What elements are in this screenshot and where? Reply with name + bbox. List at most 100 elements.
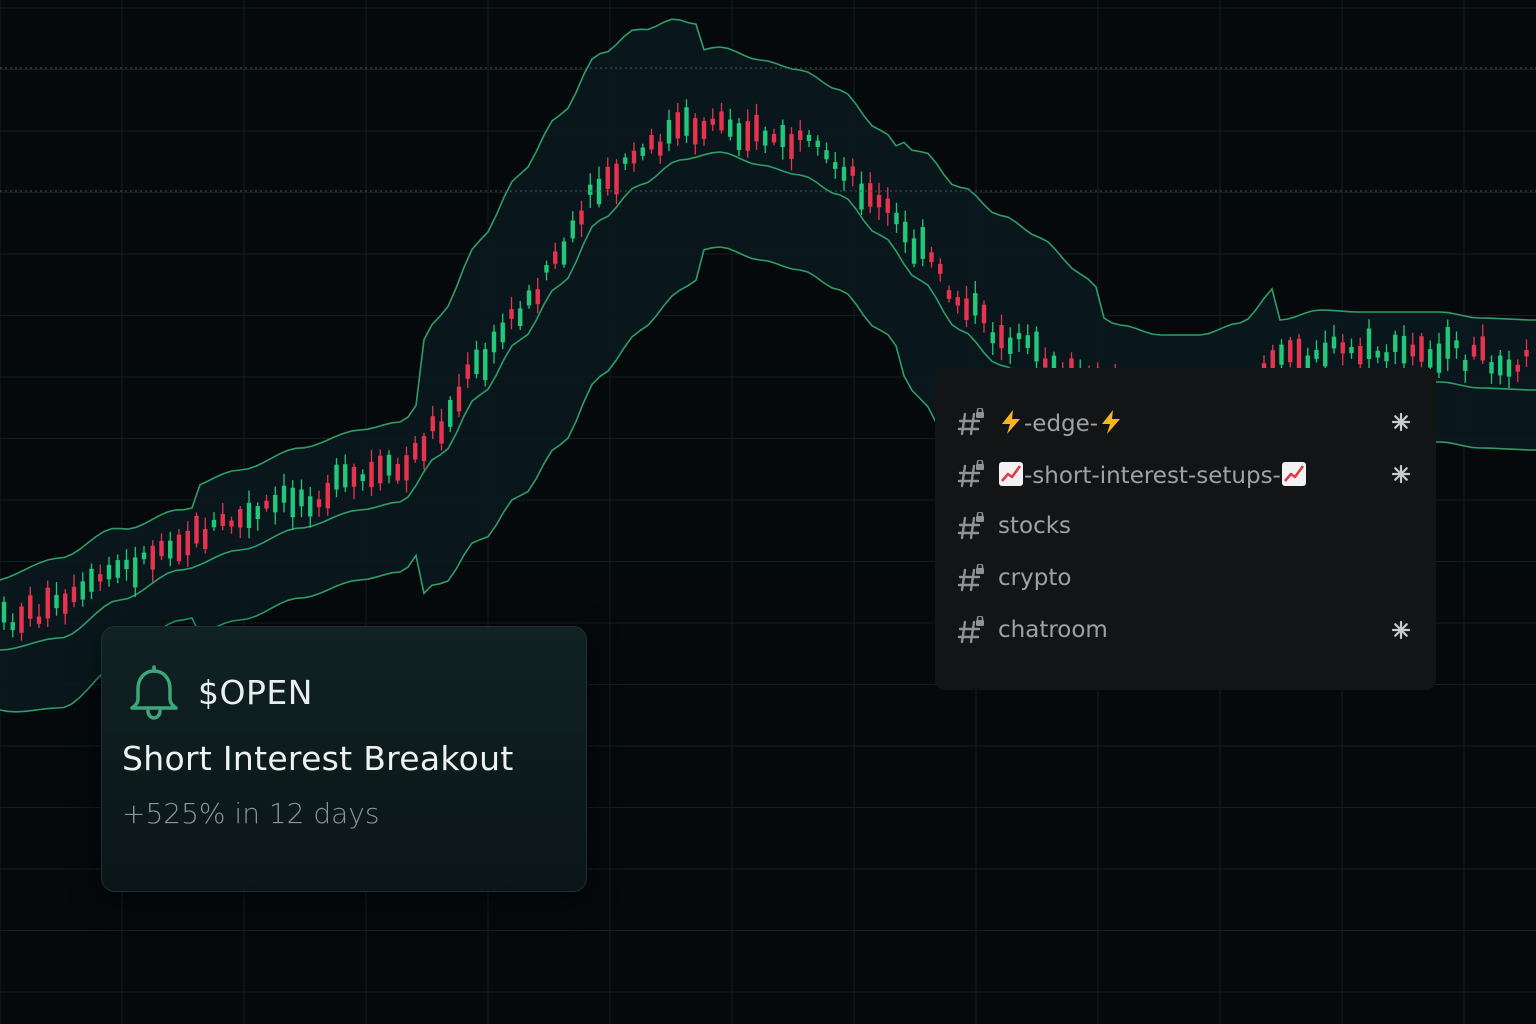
candle-body xyxy=(500,322,505,343)
candle-body xyxy=(1471,344,1477,357)
candle-body xyxy=(1524,350,1529,357)
candle-body xyxy=(1358,345,1363,365)
channel-item-short-interest-setups[interactable]: -short-interest-setups- xyxy=(935,454,1436,494)
candle-body xyxy=(990,332,995,344)
candle-body xyxy=(63,593,68,614)
candle-body xyxy=(701,121,707,139)
candle-body xyxy=(1410,344,1415,357)
candle-body xyxy=(1366,328,1372,359)
channel-list: -edge- -short-interest-setups- stocks cr… xyxy=(935,368,1436,690)
candle-body xyxy=(124,559,129,570)
candle-body xyxy=(903,221,908,243)
candle-body xyxy=(1506,359,1512,377)
candle-body xyxy=(649,134,654,150)
candle-body xyxy=(798,130,803,140)
channel-name: -edge- xyxy=(998,409,1124,437)
candle-body xyxy=(1,601,7,623)
candle-body xyxy=(579,210,584,225)
candle-body xyxy=(150,545,155,570)
candle-body xyxy=(1436,343,1442,373)
channel-name-text: -edge- xyxy=(1024,411,1099,437)
candle-body xyxy=(946,290,952,299)
candle-body xyxy=(553,251,558,264)
candle-body xyxy=(728,119,733,137)
channel-name: stocks xyxy=(998,513,1072,539)
candle-body xyxy=(255,506,260,520)
candle-body xyxy=(316,499,322,508)
channel-item-crypto[interactable]: crypto xyxy=(935,558,1436,598)
candle-body xyxy=(640,147,645,156)
candle-body xyxy=(885,198,890,213)
candle-body xyxy=(19,606,24,633)
candle-body xyxy=(719,111,724,131)
chart-stage: $OPEN Short Interest Breakout +525% in 1… xyxy=(0,0,1536,1024)
channel-item-chatroom[interactable]: chatroom xyxy=(935,610,1436,650)
candle-body xyxy=(955,297,960,306)
candle-body xyxy=(1480,336,1485,361)
candle-body xyxy=(623,157,628,164)
channel-item-stocks[interactable]: stocks xyxy=(935,506,1436,546)
candle-body xyxy=(28,595,33,619)
candle-body xyxy=(544,265,549,273)
candle-body xyxy=(1393,334,1398,352)
candle-body xyxy=(1025,335,1030,349)
candle-body xyxy=(176,534,182,562)
candle-body xyxy=(1375,350,1380,358)
candle-body xyxy=(1428,349,1433,368)
candle-body xyxy=(1016,333,1022,340)
candle-body xyxy=(54,594,59,609)
candle-body xyxy=(1340,342,1345,354)
hash-lock-icon xyxy=(957,564,984,592)
candle-body xyxy=(229,520,234,527)
candle-body xyxy=(710,118,715,125)
candle-body xyxy=(1331,336,1337,349)
candle-body xyxy=(369,461,374,488)
candle-body xyxy=(220,513,225,526)
candle-body xyxy=(920,227,925,259)
alert-card[interactable]: $OPEN Short Interest Breakout +525% in 1… xyxy=(101,626,587,892)
candle-body xyxy=(1445,327,1450,359)
lightning-icon xyxy=(1102,410,1121,434)
candle-body xyxy=(1384,352,1389,362)
channel-name-text: -short-interest-setups- xyxy=(1024,463,1281,489)
candle-body xyxy=(36,616,42,624)
candle-body xyxy=(675,112,680,139)
candle-body xyxy=(1043,358,1048,368)
candle-body xyxy=(281,485,287,503)
candle-body xyxy=(973,293,978,316)
candle-body xyxy=(999,325,1004,349)
candle-body xyxy=(833,162,838,169)
candle-body xyxy=(1454,340,1459,349)
candle-body xyxy=(850,166,855,176)
candle-body xyxy=(238,509,243,528)
candle-body xyxy=(246,502,252,529)
candle-body xyxy=(343,464,348,488)
candle-body xyxy=(1401,335,1407,364)
candle-body xyxy=(456,386,462,412)
candle-body xyxy=(45,587,50,619)
candle-body xyxy=(413,442,418,460)
candle-body xyxy=(299,489,304,507)
candle-body xyxy=(211,519,217,528)
notification-star-icon[interactable] xyxy=(1391,620,1411,640)
candle-body xyxy=(106,564,112,580)
alert-headline: Short Interest Breakout xyxy=(122,739,514,778)
lightning-icon xyxy=(1002,410,1020,434)
candle-body xyxy=(526,290,532,306)
candle-body xyxy=(1419,336,1424,362)
hash-lock-icon xyxy=(957,460,984,488)
channel-item-edge[interactable]: -edge- xyxy=(935,402,1436,442)
candle-body xyxy=(360,474,365,482)
notification-star-icon[interactable] xyxy=(1391,412,1411,432)
candle-body xyxy=(806,134,812,142)
candle-body xyxy=(483,349,488,381)
candle-body xyxy=(964,298,969,321)
candle-body xyxy=(194,515,199,544)
candle-body xyxy=(596,178,602,205)
candle-body xyxy=(1034,331,1039,362)
candle-body xyxy=(561,241,567,265)
candle-body xyxy=(80,581,85,600)
hash-lock-icon xyxy=(957,616,984,644)
candle-body xyxy=(693,118,698,145)
notification-star-icon[interactable] xyxy=(1391,464,1411,484)
